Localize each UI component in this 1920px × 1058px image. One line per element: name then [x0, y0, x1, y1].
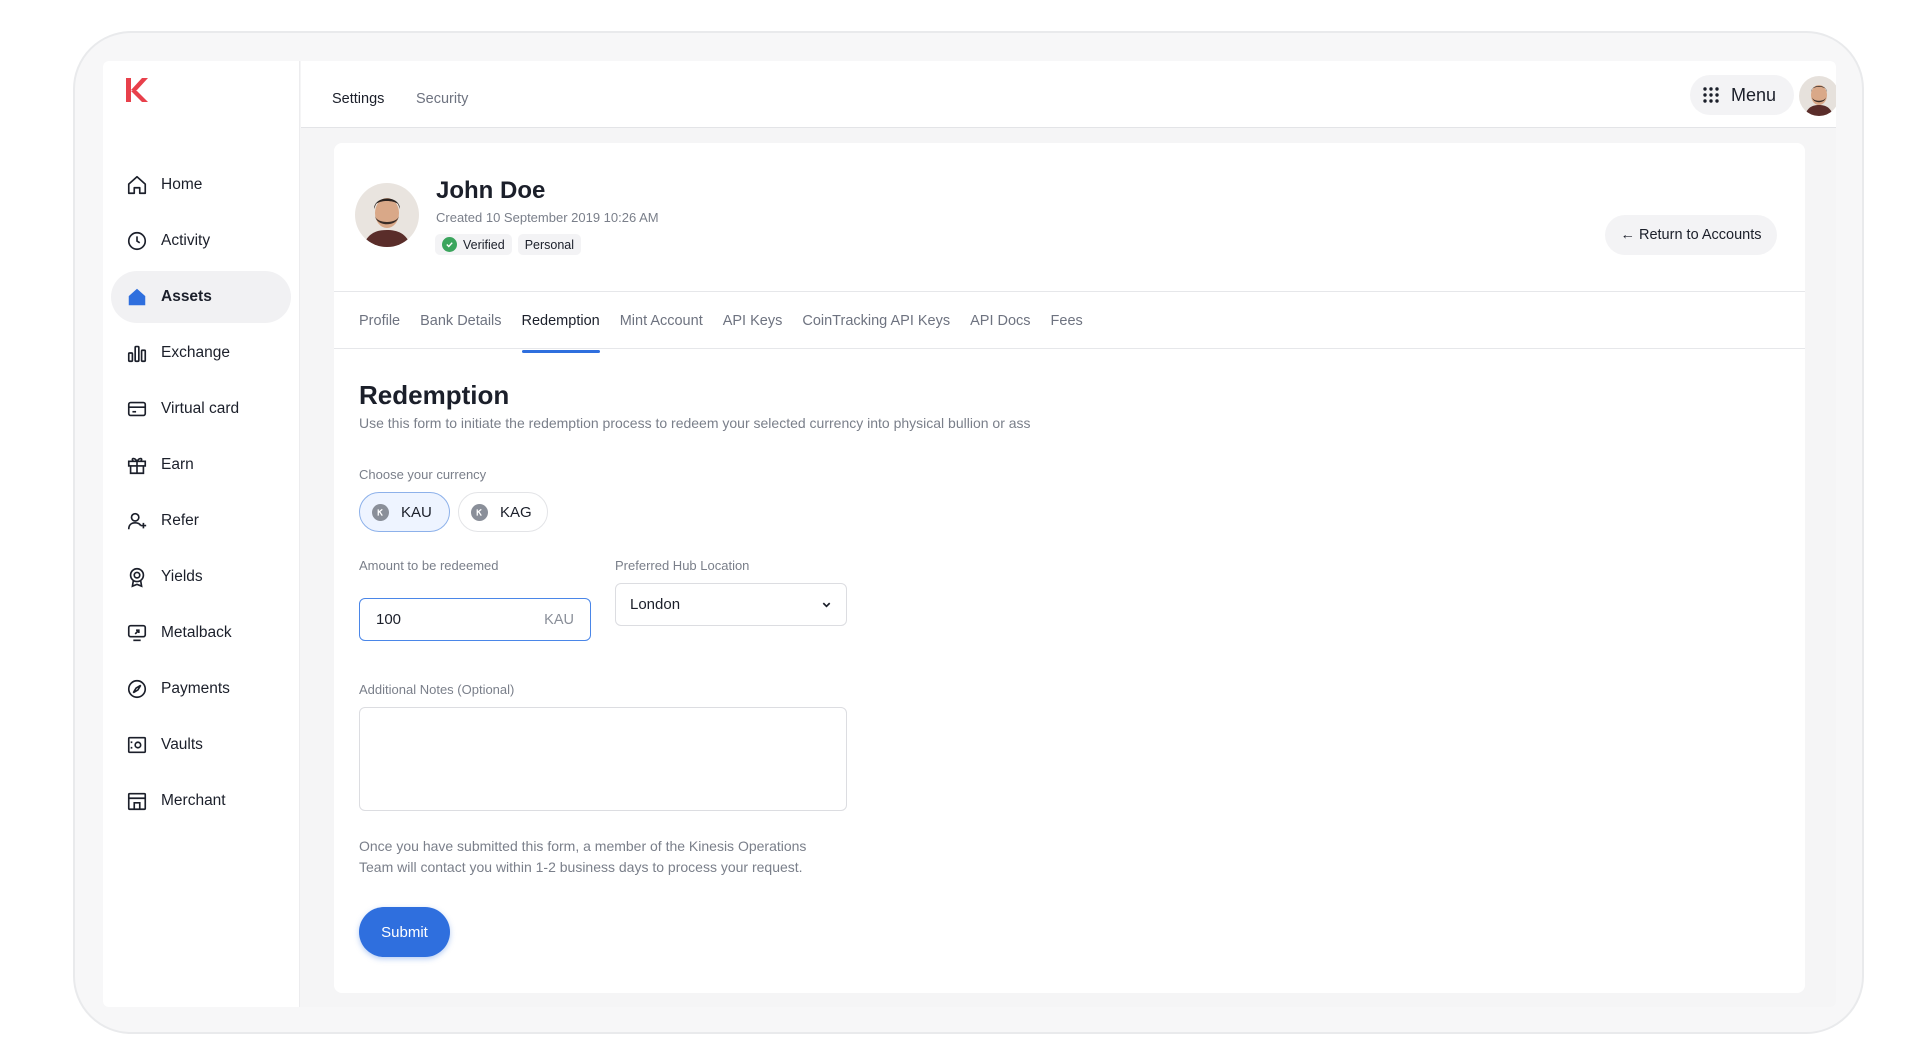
amount-input[interactable]: 100 KAU	[359, 598, 591, 641]
sidebar-item-vaults[interactable]: Vaults	[111, 719, 291, 771]
avatar[interactable]	[1799, 76, 1836, 116]
sidebar-item-yields[interactable]: Yields	[111, 551, 291, 603]
menu-button[interactable]: Menu	[1690, 75, 1794, 115]
profile-created-date: Created 10 September 2019 10:26 AM	[436, 210, 659, 225]
profile-avatar	[355, 183, 419, 247]
notes-label: Additional Notes (Optional)	[359, 682, 515, 697]
tab-settings[interactable]: Settings	[332, 91, 384, 107]
currency-option-label: KAG	[500, 503, 532, 521]
home-filled-icon	[126, 286, 148, 308]
sidebar-item-label: Home	[161, 176, 203, 193]
tab-bank-details[interactable]: Bank Details	[420, 307, 501, 353]
page-description: Use this form to initiate the redemption…	[359, 415, 1031, 431]
tab-fees[interactable]: Fees	[1051, 307, 1083, 353]
tab-api-docs[interactable]: API Docs	[970, 307, 1030, 353]
currency-option-label: KAU	[401, 503, 432, 521]
chevron-down-icon	[822, 602, 831, 608]
tab-profile[interactable]: Profile	[359, 307, 400, 353]
store-icon	[126, 790, 148, 812]
badge-icon	[126, 566, 148, 588]
currency-option-kau[interactable]: KAU	[359, 492, 450, 532]
kinesis-coin-icon	[471, 503, 488, 521]
compass-icon	[126, 678, 148, 700]
tab-security[interactable]: Security	[416, 91, 468, 107]
sidebar-item-label: Virtual card	[161, 400, 240, 417]
hub-location-value: London	[630, 596, 681, 613]
amount-value: 100	[376, 611, 402, 628]
tab-cointracking-api-keys[interactable]: CoinTracking API Keys	[802, 307, 950, 353]
grid-icon	[1703, 87, 1719, 103]
screen-arrow-icon	[126, 622, 148, 644]
card-icon	[126, 398, 148, 420]
sidebar-item-label: Earn	[161, 456, 194, 473]
sidebar-item-label: Merchant	[161, 792, 226, 809]
sidebar-item-label: Payments	[161, 680, 230, 697]
tab-redemption[interactable]: Redemption	[521, 307, 600, 353]
verified-label: Verified	[463, 237, 505, 252]
submission-info-text: Once you have submitted this form, a mem…	[359, 838, 807, 875]
sidebar-item-metalback[interactable]: Metalback	[111, 607, 291, 659]
sidebar-item-label: Yields	[161, 568, 203, 585]
divider	[334, 291, 1805, 292]
tab-mint-account[interactable]: Mint Account	[620, 307, 703, 353]
profile-badges: Verified Personal	[435, 234, 582, 255]
sidebar-item-virtual-card[interactable]: Virtual card	[111, 383, 291, 435]
vault-icon	[126, 734, 148, 756]
tabs-divider	[334, 348, 1805, 349]
account-tabs: Profile Bank Details Redemption Mint Acc…	[359, 307, 1103, 353]
app-screen: Home Activity Assets Exchange Virtual ca…	[103, 61, 1836, 1007]
sidebar-nav: Home Activity Assets Exchange Virtual ca…	[111, 159, 291, 831]
sidebar-item-merchant[interactable]: Merchant	[111, 775, 291, 827]
gift-icon	[126, 454, 148, 476]
sidebar-item-label: Exchange	[161, 344, 230, 361]
tab-api-keys[interactable]: API Keys	[723, 307, 783, 353]
sidebar-item-label: Activity	[161, 232, 211, 249]
submit-button[interactable]: Submit	[359, 907, 450, 957]
sidebar-item-label: Metalback	[161, 624, 232, 641]
notes-textarea[interactable]	[359, 707, 847, 811]
clock-icon	[126, 230, 148, 252]
sidebar-item-assets[interactable]: Assets	[111, 271, 291, 323]
hub-location-label: Preferred Hub Location	[615, 558, 750, 573]
sidebar-item-payments[interactable]: Payments	[111, 663, 291, 715]
menu-label: Menu	[1731, 84, 1777, 105]
account-type-badge: Personal	[517, 234, 582, 255]
user-plus-icon	[126, 510, 148, 532]
sidebar-item-label: Refer	[161, 512, 199, 529]
hub-location-select[interactable]: London	[615, 583, 847, 626]
amount-label: Amount to be redeemed	[359, 558, 499, 573]
bar-chart-icon	[126, 342, 148, 364]
device-frame: Home Activity Assets Exchange Virtual ca…	[73, 31, 1864, 1034]
account-card: John Doe Created 10 September 2019 10:26…	[334, 143, 1805, 993]
sidebar-item-exchange[interactable]: Exchange	[111, 327, 291, 379]
kinesis-coin-icon	[372, 503, 389, 521]
status-badge: Verified	[435, 234, 512, 255]
amount-unit: KAU	[544, 611, 574, 628]
sidebar: Home Activity Assets Exchange Virtual ca…	[103, 61, 300, 1007]
check-icon	[442, 237, 457, 252]
profile-name: John Doe	[436, 177, 546, 204]
page-title: Redemption	[359, 380, 510, 410]
sidebar-item-label: Vaults	[161, 736, 203, 753]
home-icon	[126, 174, 148, 196]
return-to-accounts-button[interactable]: ← Return to Accounts	[1605, 215, 1777, 255]
sidebar-item-home[interactable]: Home	[111, 159, 291, 211]
sidebar-item-activity[interactable]: Activity	[111, 215, 291, 267]
sidebar-item-label: Assets	[161, 288, 212, 305]
currency-option-kag[interactable]: KAG	[458, 492, 548, 532]
currency-label: Choose your currency	[359, 467, 487, 482]
sidebar-item-earn[interactable]: Earn	[111, 439, 291, 491]
top-header: Settings Security Menu	[301, 61, 1836, 128]
sidebar-item-refer[interactable]: Refer	[111, 495, 291, 547]
kinesis-logo	[126, 78, 148, 102]
